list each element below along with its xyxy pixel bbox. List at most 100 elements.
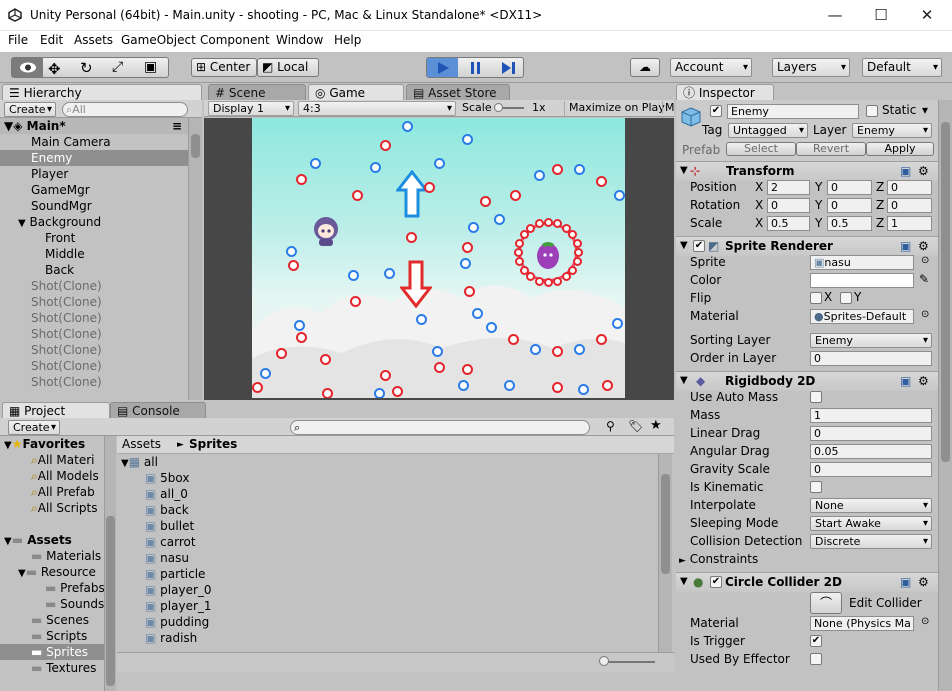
favorite-star-icon[interactable]: ★ (650, 418, 662, 433)
position-y-field[interactable]: 0 (827, 180, 872, 195)
rect-tool-icon[interactable]: ▣ (144, 59, 157, 75)
pivot-center-button[interactable]: ⊞ Center (191, 58, 257, 77)
file-item[interactable]: ▣ all_0 (117, 486, 657, 502)
order-in-layer-field[interactable]: 0 (810, 351, 932, 366)
favorites-header[interactable]: ▼★Favorites (0, 436, 104, 452)
hierarchy-item-selected[interactable]: Enemy (0, 150, 188, 166)
object-picker-icon[interactable]: ⊙ (921, 309, 929, 320)
static-checkbox[interactable] (866, 105, 878, 117)
tab-asset-store[interactable]: ▤ Asset Store (406, 84, 510, 101)
maximize-on-play-toggle[interactable]: Maximize on Play (564, 101, 665, 116)
help-book-icon[interactable]: ▣ (900, 162, 911, 180)
help-book-icon[interactable]: ▣ (900, 237, 911, 255)
move-tool-icon[interactable]: ✥ (48, 60, 61, 78)
tab-scene[interactable]: # Scene (208, 84, 306, 101)
favorites-item[interactable]: ⌕All Scripts (0, 500, 104, 516)
assets-header[interactable]: ▼▬ Assets (0, 532, 104, 548)
maximize-button[interactable]: ☐ (858, 0, 904, 31)
account-dropdown[interactable]: Account (670, 58, 752, 77)
scale-x-field[interactable]: 0.5 (767, 216, 810, 231)
active-checkbox[interactable]: ✔ (710, 105, 722, 117)
mass-field[interactable]: 1 (810, 408, 932, 423)
color-swatch[interactable] (810, 273, 914, 288)
favorites-item[interactable]: ⌕All Prefab (0, 484, 104, 500)
component-settings-gear-icon[interactable]: ⚙ (918, 372, 929, 390)
hierarchy-item[interactable]: Back (0, 262, 188, 278)
object-picker-icon[interactable]: ⊙ (921, 616, 929, 627)
tab-console[interactable]: ▤ Console (110, 402, 206, 419)
project-create-dropdown[interactable]: Create (8, 420, 60, 435)
tab-game[interactable]: ◎ Game (308, 84, 404, 101)
layout-dropdown[interactable]: Default (862, 58, 942, 77)
position-z-field[interactable]: 0 (887, 180, 932, 195)
use-auto-mass-checkbox[interactable] (810, 391, 822, 403)
file-item[interactable]: ▣ pudding (117, 614, 657, 630)
position-x-field[interactable]: 2 (767, 180, 810, 195)
step-button[interactable] (493, 58, 524, 77)
angular-drag-field[interactable]: 0.05 (810, 444, 932, 459)
tag-dropdown[interactable]: Untagged (728, 123, 808, 138)
icon-size-slider[interactable] (603, 661, 655, 663)
context-menu-icon[interactable]: ≡ (172, 118, 182, 134)
sprite-renderer-enabled-checkbox[interactable]: ✔ (693, 240, 705, 252)
prefab-select-button[interactable]: Select (726, 142, 796, 156)
hierarchy-item[interactable]: Front (0, 230, 188, 246)
asset-folder[interactable]: ▬ Scenes (0, 612, 104, 628)
hierarchy-item[interactable]: Middle (0, 246, 188, 262)
object-picker-icon[interactable]: ⊙ (921, 255, 929, 266)
file-item[interactable]: ▣ 5box (117, 470, 657, 486)
file-list-scroll-thumb[interactable] (661, 474, 670, 574)
view-tool-button[interactable] (12, 58, 43, 77)
menu-window[interactable]: Window (276, 33, 323, 47)
close-button[interactable]: ✕ (904, 0, 950, 31)
edit-collider-button[interactable]: ⌒ (810, 592, 842, 614)
rotate-tool-icon[interactable]: ↻ (80, 59, 93, 77)
static-dropdown-arrow-icon[interactable]: ▾ (922, 103, 928, 117)
used-by-effector-checkbox[interactable] (810, 653, 822, 665)
scale-z-field[interactable]: 1 (887, 216, 932, 231)
rotation-y-field[interactable]: 0 (827, 198, 872, 213)
menu-edit[interactable]: Edit (40, 33, 63, 47)
sorting-layer-dropdown[interactable]: Enemy (810, 333, 932, 348)
file-list-scrollbar[interactable] (658, 454, 672, 652)
hierarchy-item[interactable]: Shot(Clone) (0, 310, 188, 326)
tab-hierarchy[interactable]: ☰ Hierarchy (2, 84, 202, 101)
rigidbody-header[interactable]: ▼ ◆ Rigidbody 2D ▣ ⚙ (676, 371, 938, 391)
menu-assets[interactable]: Assets (74, 33, 113, 47)
constraints-foldout[interactable]: ► Constraints (679, 552, 758, 569)
component-settings-gear-icon[interactable]: ⚙ (918, 573, 929, 591)
file-item[interactable]: ▣ radish (117, 630, 657, 646)
file-item[interactable]: ▣ nasu (117, 550, 657, 566)
hierarchy-item[interactable]: Shot(Clone) (0, 294, 188, 310)
menu-gameobject[interactable]: GameObject (121, 33, 196, 47)
folder-tree-scrollbar[interactable] (104, 436, 116, 691)
folder-tree-scroll-thumb[interactable] (106, 516, 115, 686)
play-button[interactable] (427, 58, 458, 77)
file-item[interactable]: ▣ carrot (117, 534, 657, 550)
is-trigger-checkbox[interactable]: ✔ (810, 635, 822, 647)
eyedropper-icon[interactable]: ✎ (919, 272, 929, 286)
component-settings-gear-icon[interactable]: ⚙ (918, 237, 929, 255)
file-item[interactable]: ▣ bullet (117, 518, 657, 534)
hierarchy-item[interactable]: Shot(Clone) (0, 326, 188, 342)
hierarchy-item[interactable]: GameMgr (0, 182, 188, 198)
file-item[interactable]: ▣ back (117, 502, 657, 518)
collision-detection-dropdown[interactable]: Discrete (810, 534, 932, 549)
component-settings-gear-icon[interactable]: ⚙ (918, 162, 929, 180)
hierarchy-item-expandable[interactable]: ▼ Background (0, 214, 188, 230)
game-viewport[interactable] (204, 118, 674, 400)
flip-x-checkbox[interactable] (810, 292, 822, 304)
favorites-item[interactable]: ⌕All Models (0, 468, 104, 484)
project-search-input[interactable]: ⌕ (290, 420, 590, 435)
cloud-button[interactable]: ☁ (630, 58, 660, 77)
scale-tool-icon[interactable]: ⤢ (112, 59, 123, 75)
pause-button[interactable] (459, 58, 492, 77)
hierarchy-item[interactable]: Shot(Clone) (0, 342, 188, 358)
layer-dropdown[interactable]: Enemy (852, 123, 932, 138)
hierarchy-item[interactable]: Shot(Clone) (0, 374, 188, 390)
gravity-scale-field[interactable]: 0 (810, 462, 932, 477)
menu-help[interactable]: Help (334, 33, 361, 47)
asset-folder[interactable]: ▬ Prefabs (0, 580, 104, 596)
hierarchy-scrollbar[interactable] (188, 118, 202, 400)
inspector-scroll-thumb[interactable] (941, 122, 950, 462)
